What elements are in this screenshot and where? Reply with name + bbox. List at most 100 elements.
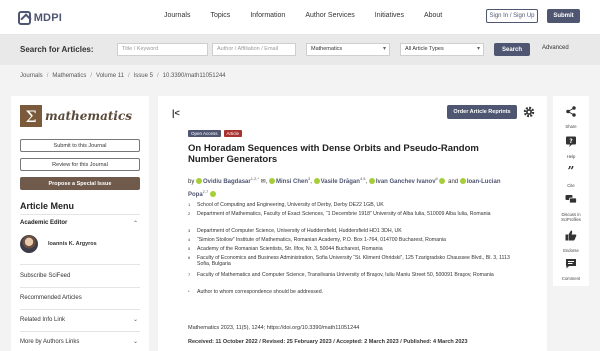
related-info-link[interactable]: Related Info Link [20,317,65,323]
nav-initiatives[interactable]: Initiatives [375,12,404,19]
journal-name: mathematics [45,109,133,123]
affiliation-text: Author to whom correspondence should be … [197,289,324,295]
affiliation-number: 6 [188,255,191,260]
article-badges: Open Access Article [188,130,243,137]
help-action[interactable]: ? Help [553,134,589,159]
breadcrumb-issue[interactable]: Issue 5 [134,73,153,79]
breadcrumb-separator: / [157,73,159,79]
discuss-action[interactable]: Discuss in SciProfiles [553,192,589,222]
subscribe-scifeed[interactable]: Subscribe SciFeed [20,273,70,279]
chevron-down-icon[interactable]: ⌄ [133,316,138,323]
review-for-journal-button[interactable]: Review for this Journal [20,158,140,171]
chevron-up-icon[interactable]: ⌃ [133,220,138,227]
endorse-action[interactable]: Endorse [553,228,589,253]
svg-text:”: ” [568,165,575,176]
article-actions: Share ? Help ” Cite Discuss in SciProfil… [553,96,589,286]
collapse-sidebar-icon[interactable]: |< [172,108,180,118]
breadcrumb-separator: / [90,73,93,79]
help-icon: ? [566,136,576,147]
affiliation-number: 1 [188,202,191,207]
divider [20,214,140,215]
academic-editor-heading[interactable]: Academic Editor [20,220,67,226]
email-icon[interactable]: ✉ [261,179,266,185]
article-title: On Horadam Sequences with Dense Orbits a… [188,143,479,165]
nav-topics[interactable]: Topics [210,12,230,19]
journal-select[interactable]: Mathematics [306,43,390,56]
share-action[interactable]: Share [553,104,589,129]
author-link[interactable]: Vasile Drăgan [321,179,360,185]
breadcrumb-volume[interactable]: Volume 11 [96,73,124,79]
affiliation-text: Academy of the Romanian Scientists, Str.… [197,246,383,252]
divider [20,309,140,310]
publication-dates: Received: 11 October 2022 / Revised: 25 … [188,339,468,345]
person-icon [368,178,375,185]
author-affil-sup: 3 [308,176,311,181]
academic-editor[interactable]: Ioannis K. Argyros [20,235,97,253]
order-reprints-button[interactable]: Order Article Reprints [447,105,517,119]
cite-label: Cite [567,183,575,188]
orcid-icon[interactable] [209,191,216,198]
comment-action[interactable]: Comment [553,256,589,281]
cite-action[interactable]: ” Cite [553,163,589,188]
affiliation-text: Faculty of Economics and Business Admini… [197,255,510,268]
share-label: Share [565,124,577,129]
share-icon [566,106,576,117]
article-type-badge: Article [223,130,243,137]
affiliation-text: Faculty of Mathematics and Computer Scie… [197,272,494,278]
advanced-search-link[interactable]: Advanced [542,45,569,51]
affiliation-text: School of Computing and Engineering, Uni… [197,202,384,208]
endorse-label: Endorse [563,248,579,253]
journal-logo[interactable]: Σ mathematics [20,105,132,127]
mdpi-logo[interactable]: MDPI [18,9,62,26]
top-navigation-bar: MDPI Journals Topics Information Author … [0,0,600,35]
person-icon [196,178,203,185]
discuss-label: Discuss in SciProfiles [561,212,581,222]
affiliation-text: “Simion Stoilow” Institute of Mathematic… [197,237,446,243]
author-input[interactable]: Author / Affiliation / Email [212,43,296,56]
help-label: Help [566,154,576,159]
nav-author-services[interactable]: Author Services [305,12,354,19]
affiliation-text: Department of Computer Science, Universi… [197,228,402,234]
gear-icon[interactable] [522,105,536,119]
author-link[interactable]: Ovidiu Bagdasar [203,179,251,185]
article-menu-title: Article Menu [20,201,75,211]
search-button[interactable]: Search [494,43,530,56]
breadcrumb-journals[interactable]: Journals [20,73,43,79]
title-keyword-input[interactable]: Title / Keyword [117,43,208,56]
citation-line[interactable]: Mathematics 2023, 11(5), 1244; https://d… [188,325,359,331]
article-type-select[interactable]: All Article Types [400,43,484,56]
breadcrumb-separator: / [46,73,49,79]
left-sidebar: Σ mathematics Submit to this Journal Rev… [11,96,149,351]
nav-journals[interactable]: Journals [164,12,190,19]
propose-special-issue-button[interactable]: Propose a Special Issue [20,177,140,190]
comment-icon [566,259,576,269]
breadcrumb-journal[interactable]: Mathematics [52,73,86,79]
more-by-authors-links[interactable]: More by Authors Links [20,339,79,345]
breadcrumb: Journals / Mathematics / Volume 11/Issue 5/1… [20,73,226,79]
comment-label: Comment [561,276,581,281]
orcid-icon[interactable] [439,178,446,185]
open-access-badge: Open Access [188,130,221,137]
quote-icon: ” [568,164,575,178]
nav-about[interactable]: About [424,12,442,19]
submit-to-journal-button[interactable]: Submit to this Journal [20,139,140,152]
editor-name[interactable]: Ioannis K. Argyros [48,241,97,247]
editor-avatar [20,235,38,253]
chevron-down-icon[interactable]: ⌄ [133,338,138,345]
article-panel: |< Order Article Reprints Open Access Ar… [158,96,547,351]
breadcrumb-separator: / [127,73,130,79]
affiliation-number: * [188,289,190,294]
logo-text: MDPI [33,11,62,24]
affiliation-number: 2 [188,211,191,216]
recommended-articles[interactable]: Recommended Articles [20,295,82,301]
nav-information[interactable]: Information [250,12,285,19]
sign-in-button[interactable]: Sign In / Sign Up [486,9,538,23]
person-icon [268,178,275,185]
person-icon [313,178,320,185]
thumbs-up-icon [565,230,577,241]
author-link[interactable]: Ivan Ganchev Ivanov [376,179,436,185]
submit-button[interactable]: Submit [547,9,580,23]
author-link[interactable]: Minsi Chen [276,179,308,185]
author-affil-sup: 4,5 [359,176,366,181]
divider [20,331,140,332]
